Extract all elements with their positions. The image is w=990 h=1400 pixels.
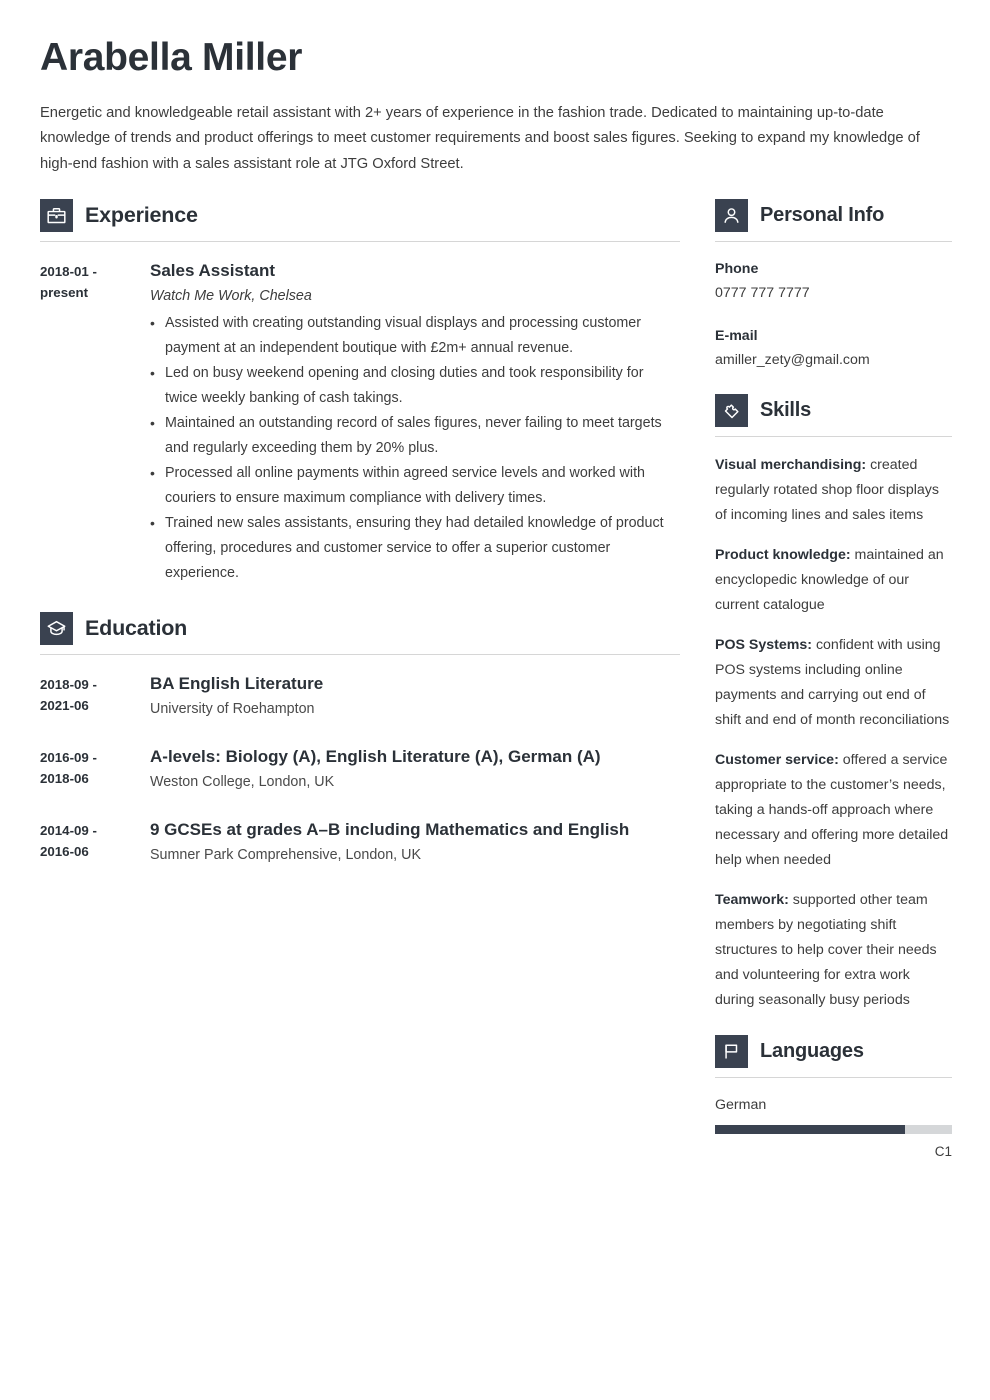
school-name: Sumner Park Comprehensive, London, UK (150, 847, 421, 864)
education-date-start: 2014-09 - (40, 823, 97, 839)
education-entry-body: A-levels: Biology (A), English Literatur… (150, 744, 680, 797)
language-proficiency-fill (715, 1125, 905, 1135)
resume-page: Arabella Miller Energetic and knowledgea… (0, 0, 990, 1400)
list-item: Assisted with creating outstanding visua… (150, 311, 680, 361)
education-date-start: 2018-09 - (40, 677, 97, 693)
person-icon (715, 199, 748, 233)
education-dates: 2014-09 - 2016-06 (40, 817, 150, 862)
email-label: E-mail (715, 328, 758, 345)
section-title-skills: Skills (760, 399, 812, 422)
experience-bullet-list: Assisted with creating outstanding visua… (150, 311, 680, 586)
experience-entry-body: Sales Assistant Watch Me Work, Chelsea A… (150, 258, 680, 586)
degree-title: BA English Literature (150, 674, 324, 694)
briefcase-icon (40, 199, 73, 233)
language-proficiency-bar (715, 1125, 952, 1135)
experience-date-start: 2018-01 - (40, 264, 97, 280)
section-languages: Languages German C1 (715, 1035, 952, 1159)
education-date-start: 2016-09 - (40, 750, 97, 766)
skill-item: POS Systems: confident with using POS sy… (715, 633, 952, 733)
skill-desc: offered a service appropriate to the cus… (715, 752, 949, 869)
skill-item: Visual merchandising: created regularly … (715, 453, 952, 528)
education-divider (40, 654, 680, 656)
section-personal-info: Personal Info Phone 0777 777 7777 E-mail… (715, 199, 952, 372)
school-name: Weston College, London, UK (150, 774, 335, 791)
languages-header: Languages (715, 1035, 952, 1069)
phone-value: 0777 777 7777 (715, 285, 810, 302)
list-item: Led on busy weekend opening and closing … (150, 361, 680, 411)
education-date-end: 2021-06 (40, 698, 89, 714)
degree-title: 9 GCSEs at grades A–B including Mathemat… (150, 820, 630, 840)
experience-date-end: present (40, 285, 89, 301)
skill-item: Product knowledge: maintained an encyclo… (715, 543, 952, 618)
section-education: Education 2018-09 - 2021-06 BA English L… (40, 612, 680, 870)
education-dates: 2018-09 - 2021-06 (40, 671, 150, 716)
experience-header: Experience (40, 199, 680, 233)
education-entry: 2016-09 - 2018-06 A-levels: Biology (A),… (40, 744, 680, 797)
personal-info-phone: Phone 0777 777 7777 (715, 258, 952, 305)
skills-divider (715, 436, 952, 438)
section-title-languages: Languages (760, 1040, 864, 1063)
languages-divider (715, 1077, 952, 1079)
skill-name: POS Systems: (715, 637, 812, 654)
education-entry: 2018-09 - 2021-06 BA English Literature … (40, 671, 680, 724)
section-title-experience: Experience (85, 203, 198, 228)
experience-dates: 2018-01 - present (40, 258, 150, 303)
education-entry-body: 9 GCSEs at grades A–B including Mathemat… (150, 817, 680, 870)
skill-name: Customer service: (715, 752, 839, 769)
personal-info-email: E-mail amiller_zety@gmail.com (715, 325, 952, 372)
experience-divider (40, 241, 680, 243)
skill-item: Teamwork: supported other team members b… (715, 888, 952, 1013)
language-level: C1 (934, 1144, 952, 1160)
main-column: Experience 2018-01 - present Sales Assis… (40, 199, 680, 876)
resume-columns: Experience 2018-01 - present Sales Assis… (40, 199, 952, 1163)
education-dates: 2016-09 - 2018-06 (40, 744, 150, 789)
page-title: Arabella Miller (40, 36, 303, 79)
education-date-end: 2016-06 (40, 844, 89, 860)
education-entry: 2014-09 - 2016-06 9 GCSEs at grades A–B … (40, 817, 680, 870)
sidebar-column: Personal Info Phone 0777 777 7777 E-mail… (715, 199, 952, 1163)
education-header: Education (40, 612, 680, 646)
section-title-education: Education (85, 616, 188, 641)
skills-header: Skills (715, 394, 952, 428)
graduation-cap-icon (40, 612, 73, 646)
skill-name: Visual merchandising: (715, 457, 867, 474)
skill-name: Teamwork: (715, 892, 789, 909)
education-date-end: 2018-06 (40, 771, 89, 787)
list-item: Maintained an outstanding record of sale… (150, 411, 680, 461)
flag-icon (715, 1035, 748, 1069)
section-skills: Skills Visual merchandising: created reg… (715, 394, 952, 1013)
language-name: German (715, 1097, 767, 1114)
education-entry-body: BA English Literature University of Roeh… (150, 671, 680, 724)
experience-entry: 2018-01 - present Sales Assistant Watch … (40, 258, 680, 586)
list-item: Trained new sales assistants, ensuring t… (150, 511, 680, 586)
profile-summary: Energetic and knowledgeable retail assis… (40, 104, 920, 172)
job-title: Sales Assistant (150, 261, 276, 281)
list-item: Processed all online payments within agr… (150, 461, 680, 511)
skill-desc: supported other team members by negotiat… (715, 892, 937, 1009)
personal-info-divider (715, 241, 952, 243)
degree-title: A-levels: Biology (A), English Literatur… (150, 747, 601, 767)
section-title-personal-info: Personal Info (760, 204, 885, 227)
skill-item: Customer service: offered a service appr… (715, 748, 952, 873)
email-value: amiller_zety@gmail.com (715, 352, 870, 369)
skill-name: Product knowledge: (715, 547, 851, 564)
personal-info-header: Personal Info (715, 199, 952, 233)
section-experience: Experience 2018-01 - present Sales Assis… (40, 199, 680, 586)
company-name: Watch Me Work, Chelsea (150, 288, 312, 305)
puzzle-piece-icon (715, 394, 748, 428)
phone-label: Phone (715, 261, 759, 278)
school-name: University of Roehampton (150, 701, 315, 718)
language-item: German C1 (715, 1094, 952, 1159)
